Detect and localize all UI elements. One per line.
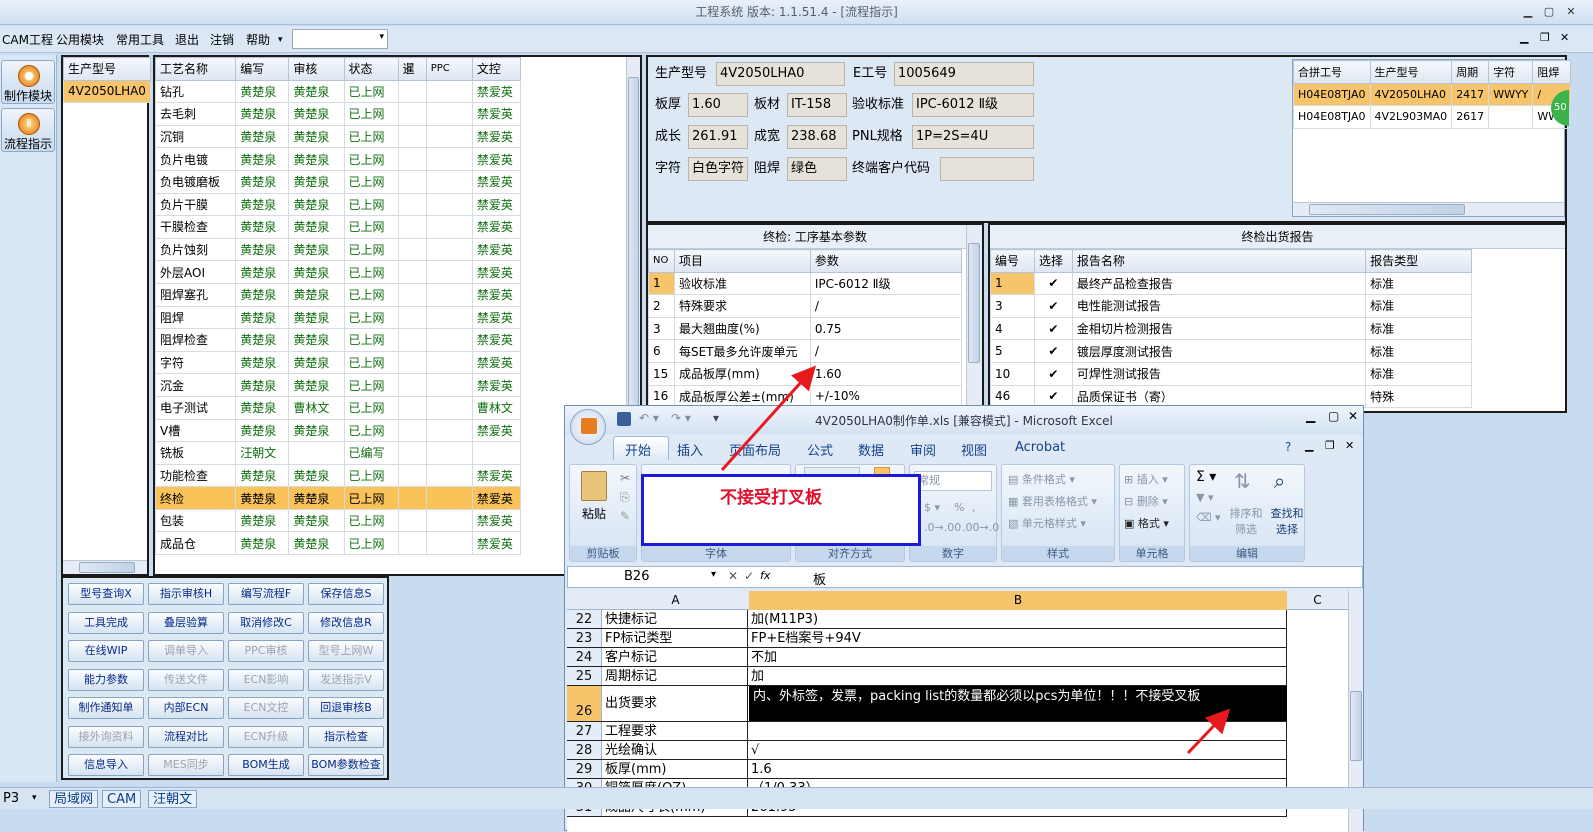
status-combo-chevron-icon[interactable]: ▾ [32,793,37,803]
status-bar: P3 ▾ 局域网 CAM 汪朝文 [0,787,1593,809]
arrow-to-cell [1186,708,1231,755]
status-tab-lan[interactable]: 局域网 [49,790,99,808]
arrow-to-params [720,365,817,472]
status-combo[interactable]: P3 [3,791,19,806]
annotation-arrows [720,365,1231,755]
status-tab-cam[interactable]: CAM [102,790,142,808]
status-tab-user[interactable]: 汪朝文 [148,790,198,808]
